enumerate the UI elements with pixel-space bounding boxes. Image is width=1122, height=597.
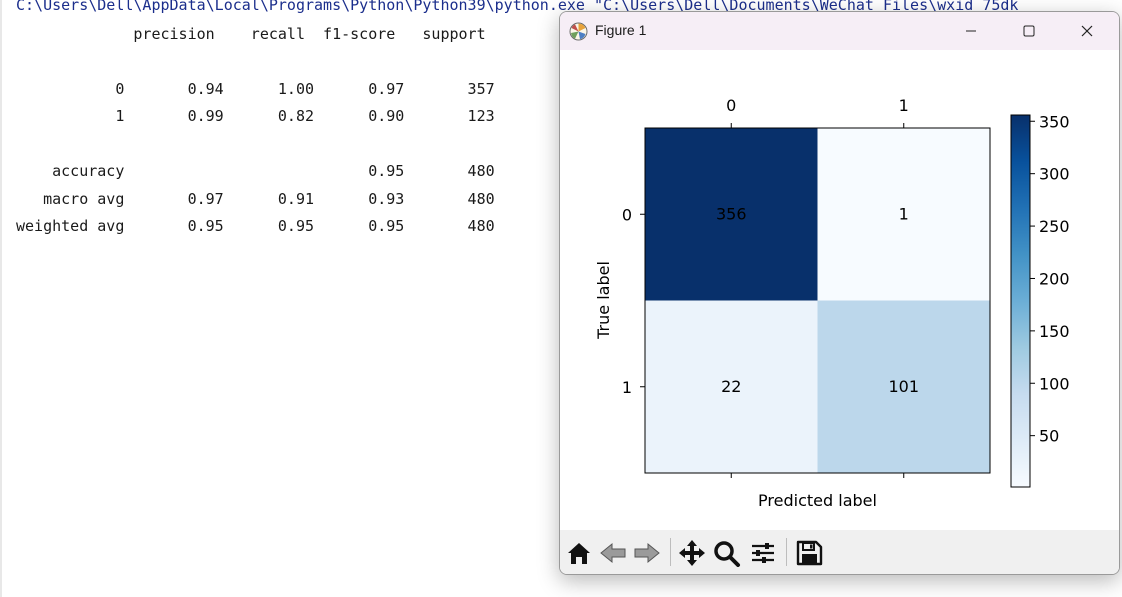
y-axis-label: True label: [594, 261, 613, 340]
close-button[interactable]: [1058, 12, 1116, 50]
colorbar-tick-label: 350: [1039, 112, 1070, 131]
configure-subplots-icon: [752, 543, 774, 563]
x-tick-label: 1: [899, 96, 909, 115]
figure-canvas[interactable]: 356 1 22 101 0 1 0 1 Predicted label True lab…: [560, 50, 1119, 530]
home-icon: [568, 543, 590, 564]
colorbar-tick-label: 200: [1039, 269, 1070, 288]
colorbar-tick-label: 250: [1039, 217, 1070, 236]
configure-subplots-button[interactable]: [748, 539, 778, 567]
report-row-0: 0 0.94 1.00 0.97 357: [16, 80, 495, 98]
pan-button[interactable]: [677, 539, 707, 567]
confusion-matrix-chart: 356 1 22 101 0 1 0 1 Predicted label True lab…: [594, 96, 1070, 510]
x-axis-label: Predicted label: [758, 491, 877, 510]
maximize-icon: [1023, 25, 1035, 37]
console-gutter: [0, 0, 2, 597]
report-row-1: 1 0.99 0.82 0.90 123: [16, 107, 495, 125]
colorbar-tick-label: 300: [1039, 165, 1070, 184]
forward-arrow-icon: [634, 542, 660, 564]
colorbar-tick-label: 50: [1039, 427, 1059, 446]
cell-value-label: 356: [716, 204, 747, 223]
pan-move-icon: [679, 540, 705, 566]
toolbar-separator: [786, 538, 787, 566]
zoom-magnifier-icon: [714, 541, 740, 567]
y-tick-label: 1: [622, 378, 632, 397]
figure-window: Figure 1 356 1 22 101 0 1 0 1 Predicted …: [559, 11, 1120, 575]
cell-value-label: 22: [721, 377, 741, 396]
save-figure-icon: [796, 540, 823, 566]
toolbar-separator: [670, 538, 671, 566]
home-button[interactable]: [564, 539, 594, 567]
colorbar-tick-label: 150: [1039, 322, 1070, 341]
cell-value-label: 101: [888, 377, 919, 396]
x-tick-label: 0: [726, 96, 736, 115]
zoom-button[interactable]: [712, 539, 742, 567]
cell-value-label: 1: [899, 204, 909, 223]
minimize-icon: [966, 30, 976, 32]
window-titlebar[interactable]: Figure 1: [560, 12, 1119, 50]
window-title: Figure 1: [595, 22, 647, 38]
back-arrow-icon: [600, 542, 626, 564]
matplotlib-figure-icon: [569, 22, 588, 41]
report-macro-avg: macro avg 0.97 0.91 0.93 480: [16, 190, 495, 208]
report-header: precision recall f1-score support: [16, 25, 486, 43]
colorbar: [1010, 114, 1031, 488]
y-tick-label: 0: [622, 205, 632, 224]
navigation-toolbar: [560, 530, 1119, 574]
forward-button[interactable]: [632, 539, 662, 567]
close-icon: [1081, 25, 1093, 37]
report-accuracy: accuracy 0.95 480: [16, 162, 495, 180]
colorbar-tick-label: 100: [1039, 374, 1070, 393]
back-button[interactable]: [598, 539, 628, 567]
report-weighted-avg: weighted avg 0.95 0.95 0.95 480: [16, 217, 495, 235]
minimize-button[interactable]: [942, 12, 1000, 50]
maximize-button[interactable]: [1000, 12, 1058, 50]
save-button[interactable]: [794, 539, 824, 567]
